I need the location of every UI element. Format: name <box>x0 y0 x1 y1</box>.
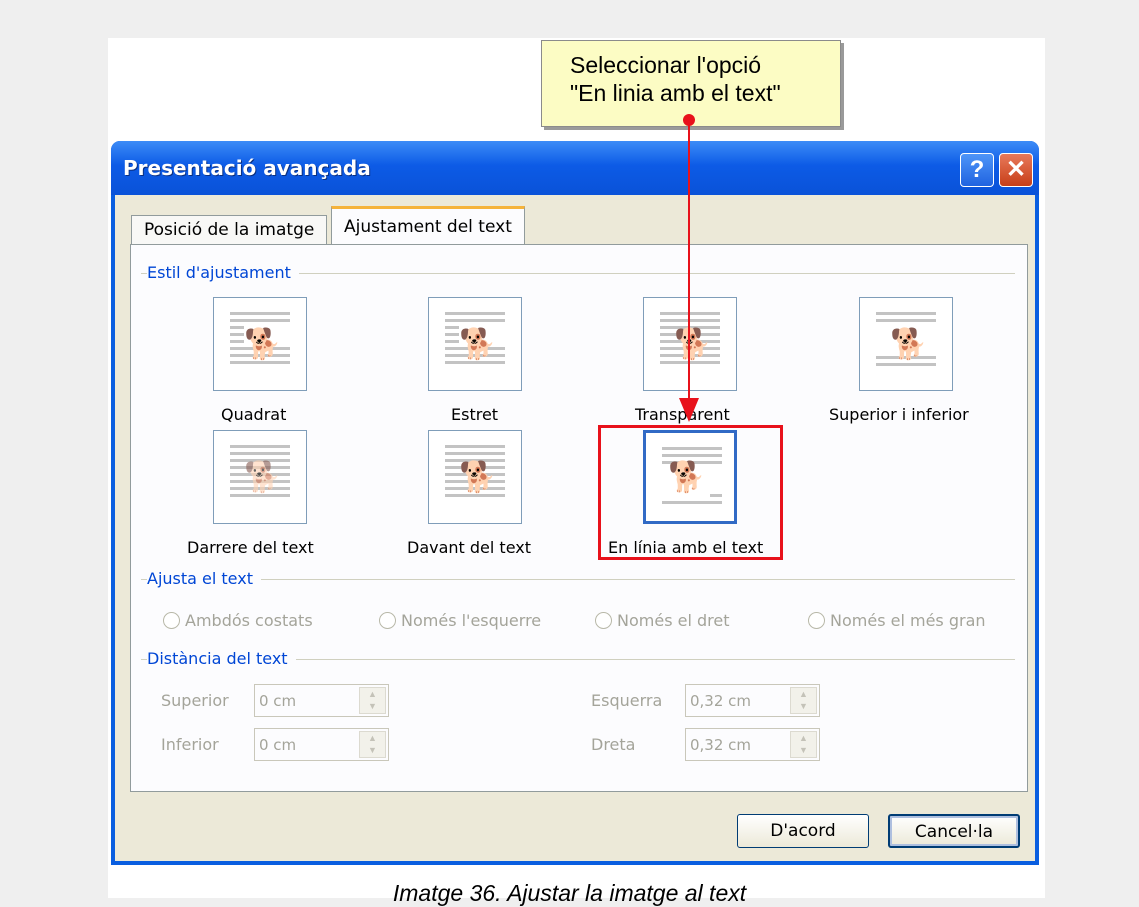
wrap-style-label: Estil d'ajustament <box>147 263 299 282</box>
wrap-option-label[interactable]: Transparent <box>635 405 730 424</box>
wrap-option-label[interactable]: Quadrat <box>221 405 286 424</box>
spinner-value: 0 cm <box>259 736 297 754</box>
radio-label: Només l'esquerre <box>401 611 542 630</box>
instruction-callout: Seleccionar l'opció "En linia amb el tex… <box>541 40 841 127</box>
radio-right-only[interactable]: Només el dret <box>595 611 729 630</box>
spinner-arrows[interactable]: ▲ ▼ <box>790 731 817 758</box>
radio-largest-only[interactable]: Només el més gran <box>808 611 986 630</box>
wrap-option-label[interactable]: Darrere del text <box>187 538 314 557</box>
spinner-value: 0,32 cm <box>690 736 752 754</box>
spinner-arrows[interactable]: ▲ ▼ <box>359 687 386 714</box>
tab-text-wrapping[interactable]: Ajustament del text <box>331 206 525 245</box>
tab-image-position[interactable]: Posició de la imatge <box>131 215 328 244</box>
right-distance-label: Dreta <box>591 735 636 754</box>
dog-silhouette-icon: 🐕 <box>890 328 928 361</box>
radio-circle <box>163 612 180 629</box>
radio-left-only[interactable]: Només l'esquerre <box>379 611 541 630</box>
dog-silhouette-icon: 🐕 <box>459 328 497 361</box>
spinner-value: 0 cm <box>259 692 297 710</box>
right-distance-spinner[interactable]: 0,32 cm ▲ ▼ <box>685 728 820 761</box>
advanced-layout-dialog: Presentació avançada ? ✕ Posició de la i… <box>111 141 1039 865</box>
wrap-behind-text-icon[interactable]: 🐕 <box>213 430 307 524</box>
radio-circle <box>808 612 825 629</box>
top-distance-label: Superior <box>161 691 229 710</box>
radio-label: Només el més gran <box>830 611 986 630</box>
wrap-tight-icon[interactable]: 🐕 <box>428 297 522 391</box>
radio-circle <box>379 612 396 629</box>
wrap-text-label: Ajusta el text <box>147 569 261 588</box>
dog-silhouette-icon: 🐕 <box>459 461 497 494</box>
title-bar[interactable]: Presentació avançada ? ✕ <box>111 141 1039 195</box>
bottom-distance-spinner[interactable]: 0 cm ▲ ▼ <box>254 728 389 761</box>
highlight-box <box>598 425 783 560</box>
dog-silhouette-icon: 🐕 <box>244 328 282 361</box>
left-distance-spinner[interactable]: 0,32 cm ▲ ▼ <box>685 684 820 717</box>
dog-silhouette-icon: 🐕 <box>674 328 712 361</box>
wrap-option-label[interactable]: Davant del text <box>407 538 531 557</box>
radio-both-sides[interactable]: Ambdós costats <box>163 611 313 630</box>
radio-circle <box>595 612 612 629</box>
dialog-title: Presentació avançada <box>123 156 371 180</box>
spinner-arrows[interactable]: ▲ ▼ <box>359 731 386 758</box>
tab-panel: Estil d'ajustament 🐕 Quadrat 🐕 Estret 🐕 … <box>130 244 1028 792</box>
distance-label: Distància del text <box>147 649 296 668</box>
ok-button[interactable]: D'acord <box>737 814 869 848</box>
dog-silhouette-icon: 🐕 <box>244 461 282 494</box>
wrap-top-bottom-icon[interactable]: 🐕 <box>859 297 953 391</box>
spinner-arrows[interactable]: ▲ ▼ <box>790 687 817 714</box>
radio-label: Ambdós costats <box>185 611 313 630</box>
top-distance-spinner[interactable]: 0 cm ▲ ▼ <box>254 684 389 717</box>
spinner-value: 0,32 cm <box>690 692 752 710</box>
wrap-square-icon[interactable]: 🐕 <box>213 297 307 391</box>
radio-label: Només el dret <box>617 611 730 630</box>
wrap-in-front-icon[interactable]: 🐕 <box>428 430 522 524</box>
dialog-client-area: Posició de la imatge Ajustament del text… <box>115 195 1035 861</box>
bottom-distance-label: Inferior <box>161 735 219 754</box>
cancel-button[interactable]: Cancel·la <box>888 814 1020 848</box>
figure-caption: Imatge 36. Ajustar la imatge al text <box>392 880 747 906</box>
wrap-option-label[interactable]: Estret <box>451 405 498 424</box>
screenshot-canvas: Presentació avançada ? ✕ Posició de la i… <box>0 0 1139 906</box>
wrap-through-icon[interactable]: 🐕 <box>643 297 737 391</box>
group-divider <box>141 579 1015 580</box>
wrap-option-label[interactable]: Superior i inferior <box>829 405 969 424</box>
callout-text: Seleccionar l'opció "En linia amb el tex… <box>570 52 781 106</box>
left-distance-label: Esquerra <box>591 691 663 710</box>
help-button[interactable]: ? <box>960 153 994 187</box>
close-button[interactable]: ✕ <box>999 153 1033 187</box>
